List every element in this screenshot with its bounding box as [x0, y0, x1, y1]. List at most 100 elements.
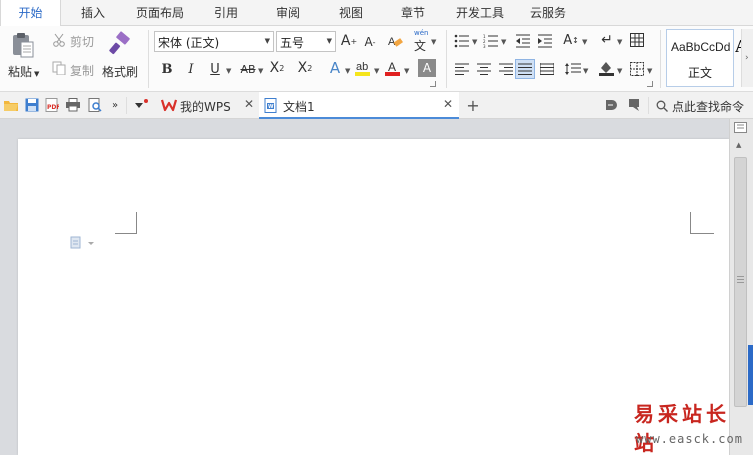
style-gallery-scroll[interactable]: › — [741, 29, 753, 87]
chevron-down-icon[interactable]: ▼ — [472, 38, 477, 46]
paste-button[interactable]: 粘贴 ▼ — [8, 63, 39, 80]
chevron-down-icon[interactable]: ▼ — [582, 38, 587, 46]
format-painter-button[interactable]: 格式刷 — [102, 63, 138, 80]
ribbon: 粘贴 ▼ 剪切 复制 格式刷 宋体 (正文) ▼ 五号 ▼ A + A- A wén 文… — [0, 26, 753, 92]
tab-references[interactable]: 引用 — [202, 0, 250, 26]
scrollbar-thumb[interactable] — [734, 157, 747, 407]
chevron-down-icon[interactable]: ▼ — [404, 67, 409, 75]
tab-home[interactable]: 开始 — [0, 0, 61, 27]
cut-button[interactable]: 剪切 — [70, 33, 94, 50]
chevron-down-icon[interactable]: ▼ — [374, 67, 379, 75]
bullet-list-icon[interactable] — [453, 32, 471, 50]
chevron-right-icon: › — [745, 53, 749, 63]
ruler-toggle-icon[interactable] — [734, 122, 748, 134]
copy-icon — [51, 60, 67, 76]
comment-filter-icon[interactable] — [626, 96, 644, 114]
tab-insert[interactable]: 插入 — [66, 0, 120, 26]
chevron-down-icon[interactable]: ▼ — [226, 67, 231, 75]
tab-developer[interactable]: 开发工具 — [448, 0, 512, 26]
border-icon[interactable] — [628, 60, 646, 78]
print-preview-icon[interactable] — [86, 96, 104, 114]
paragraph-mark-icon[interactable]: ↵ — [598, 31, 616, 49]
tab-my-wps-label: 我的WPS — [180, 100, 231, 114]
svg-text:PDF: PDF — [47, 104, 59, 111]
align-right-icon[interactable] — [497, 60, 515, 78]
save-icon[interactable] — [23, 96, 41, 114]
menu-bar: 开始 插入 页面布局 引用 审阅 视图 章节 开发工具 云服务 — [0, 0, 753, 27]
tab-page-layout[interactable]: 页面布局 — [128, 0, 192, 26]
tab-chapter[interactable]: 章节 — [389, 0, 437, 26]
ribbon-divider — [660, 30, 661, 88]
underline-icon[interactable]: U — [206, 60, 224, 78]
tab-cloud[interactable]: 云服务 — [522, 0, 574, 26]
increase-indent-icon[interactable] — [536, 32, 554, 50]
align-center-icon[interactable] — [475, 60, 493, 78]
qbar-divider — [126, 97, 127, 114]
watermark-logo-text: 易采站长站 — [634, 402, 730, 455]
distributed-align-icon[interactable] — [538, 60, 556, 78]
superscript-icon[interactable]: X2 — [268, 59, 286, 77]
paste-icon[interactable] — [8, 31, 38, 59]
margin-mark-top-left — [115, 212, 137, 234]
tab-my-wps[interactable]: 我的WPS ✕ — [155, 92, 258, 119]
paste-options-icon[interactable] — [70, 236, 98, 253]
text-effect-icon[interactable]: A — [326, 59, 344, 77]
search-icon — [656, 100, 668, 112]
change-case-icon[interactable]: A ↕ — [562, 31, 580, 49]
open-folder-icon[interactable] — [2, 96, 20, 114]
strikethrough-icon[interactable]: AB — [238, 60, 258, 78]
font-size-select[interactable]: 五号 ▼ — [276, 31, 336, 52]
chevron-down-icon[interactable]: ▼ — [647, 67, 652, 75]
numbered-list-icon[interactable]: 123 — [482, 32, 500, 50]
tab-document-1[interactable]: W 文档1 ✕ — [259, 92, 459, 119]
command-search-input[interactable]: 点此查找命令 — [654, 97, 753, 115]
tab-view[interactable]: 视图 — [327, 0, 375, 26]
print-icon[interactable] — [64, 96, 82, 114]
tab-review[interactable]: 审阅 — [264, 0, 312, 26]
chevron-down-icon[interactable]: ▼ — [431, 38, 436, 46]
clear-format-icon[interactable]: A — [386, 32, 404, 50]
font-color-icon[interactable]: A — [384, 59, 402, 77]
copy-button[interactable]: 复制 — [70, 62, 94, 79]
customize-qat-icon[interactable] — [132, 96, 150, 114]
italic-icon[interactable]: I — [182, 60, 200, 78]
chevron-down-icon[interactable]: ▼ — [617, 38, 622, 46]
side-panel-indicator[interactable] — [748, 345, 753, 405]
export-pdf-icon[interactable]: PDF — [43, 96, 61, 114]
subscript-icon[interactable]: X2 — [296, 59, 314, 77]
style-normal-card[interactable]: AaBbCcDd 正文 — [666, 29, 734, 87]
bold-icon[interactable]: B — [158, 60, 176, 78]
ribbon-divider — [446, 30, 447, 88]
char-shading-icon[interactable]: A — [418, 59, 436, 77]
phonetic-guide-button[interactable]: wén 文 — [410, 29, 432, 53]
chevron-down-icon[interactable]: ▼ — [258, 67, 263, 75]
format-painter-icon[interactable] — [105, 30, 135, 58]
scroll-up-icon[interactable]: ▲ — [736, 141, 741, 149]
shading-icon[interactable] — [598, 59, 616, 77]
close-icon[interactable]: ✕ — [443, 97, 453, 111]
highlight-icon[interactable]: ab — [354, 59, 372, 77]
paragraph-dialog-launcher-icon[interactable] — [647, 81, 653, 87]
tab-document-label: 文档1 — [283, 100, 315, 114]
table-borders-icon[interactable] — [628, 31, 646, 49]
new-tab-plus-icon[interactable]: + — [464, 96, 482, 115]
close-icon[interactable]: ✕ — [244, 97, 254, 111]
more-commands-icon[interactable]: » — [106, 96, 124, 114]
shrink-font-icon[interactable]: A- — [361, 33, 379, 51]
chevron-down-icon[interactable]: ▼ — [501, 38, 506, 46]
qbar-divider — [648, 97, 649, 114]
line-spacing-icon[interactable] — [564, 60, 582, 78]
svg-text:W: W — [268, 104, 274, 110]
align-left-icon[interactable] — [453, 60, 471, 78]
search-placeholder: 点此查找命令 — [672, 100, 745, 114]
chevron-down-icon[interactable]: ▼ — [583, 67, 588, 75]
font-name-select[interactable]: 宋体 (正文) ▼ — [154, 31, 274, 52]
font-dialog-launcher-icon[interactable] — [430, 81, 436, 87]
chevron-down-icon[interactable]: ▼ — [617, 67, 622, 75]
read-mode-icon[interactable] — [602, 96, 620, 114]
justify-icon[interactable] — [515, 59, 535, 79]
chevron-down-icon[interactable]: ▼ — [345, 67, 350, 75]
document-page[interactable] — [18, 139, 729, 455]
grow-font-icon[interactable]: A + — [340, 32, 358, 50]
decrease-indent-icon[interactable] — [514, 32, 532, 50]
